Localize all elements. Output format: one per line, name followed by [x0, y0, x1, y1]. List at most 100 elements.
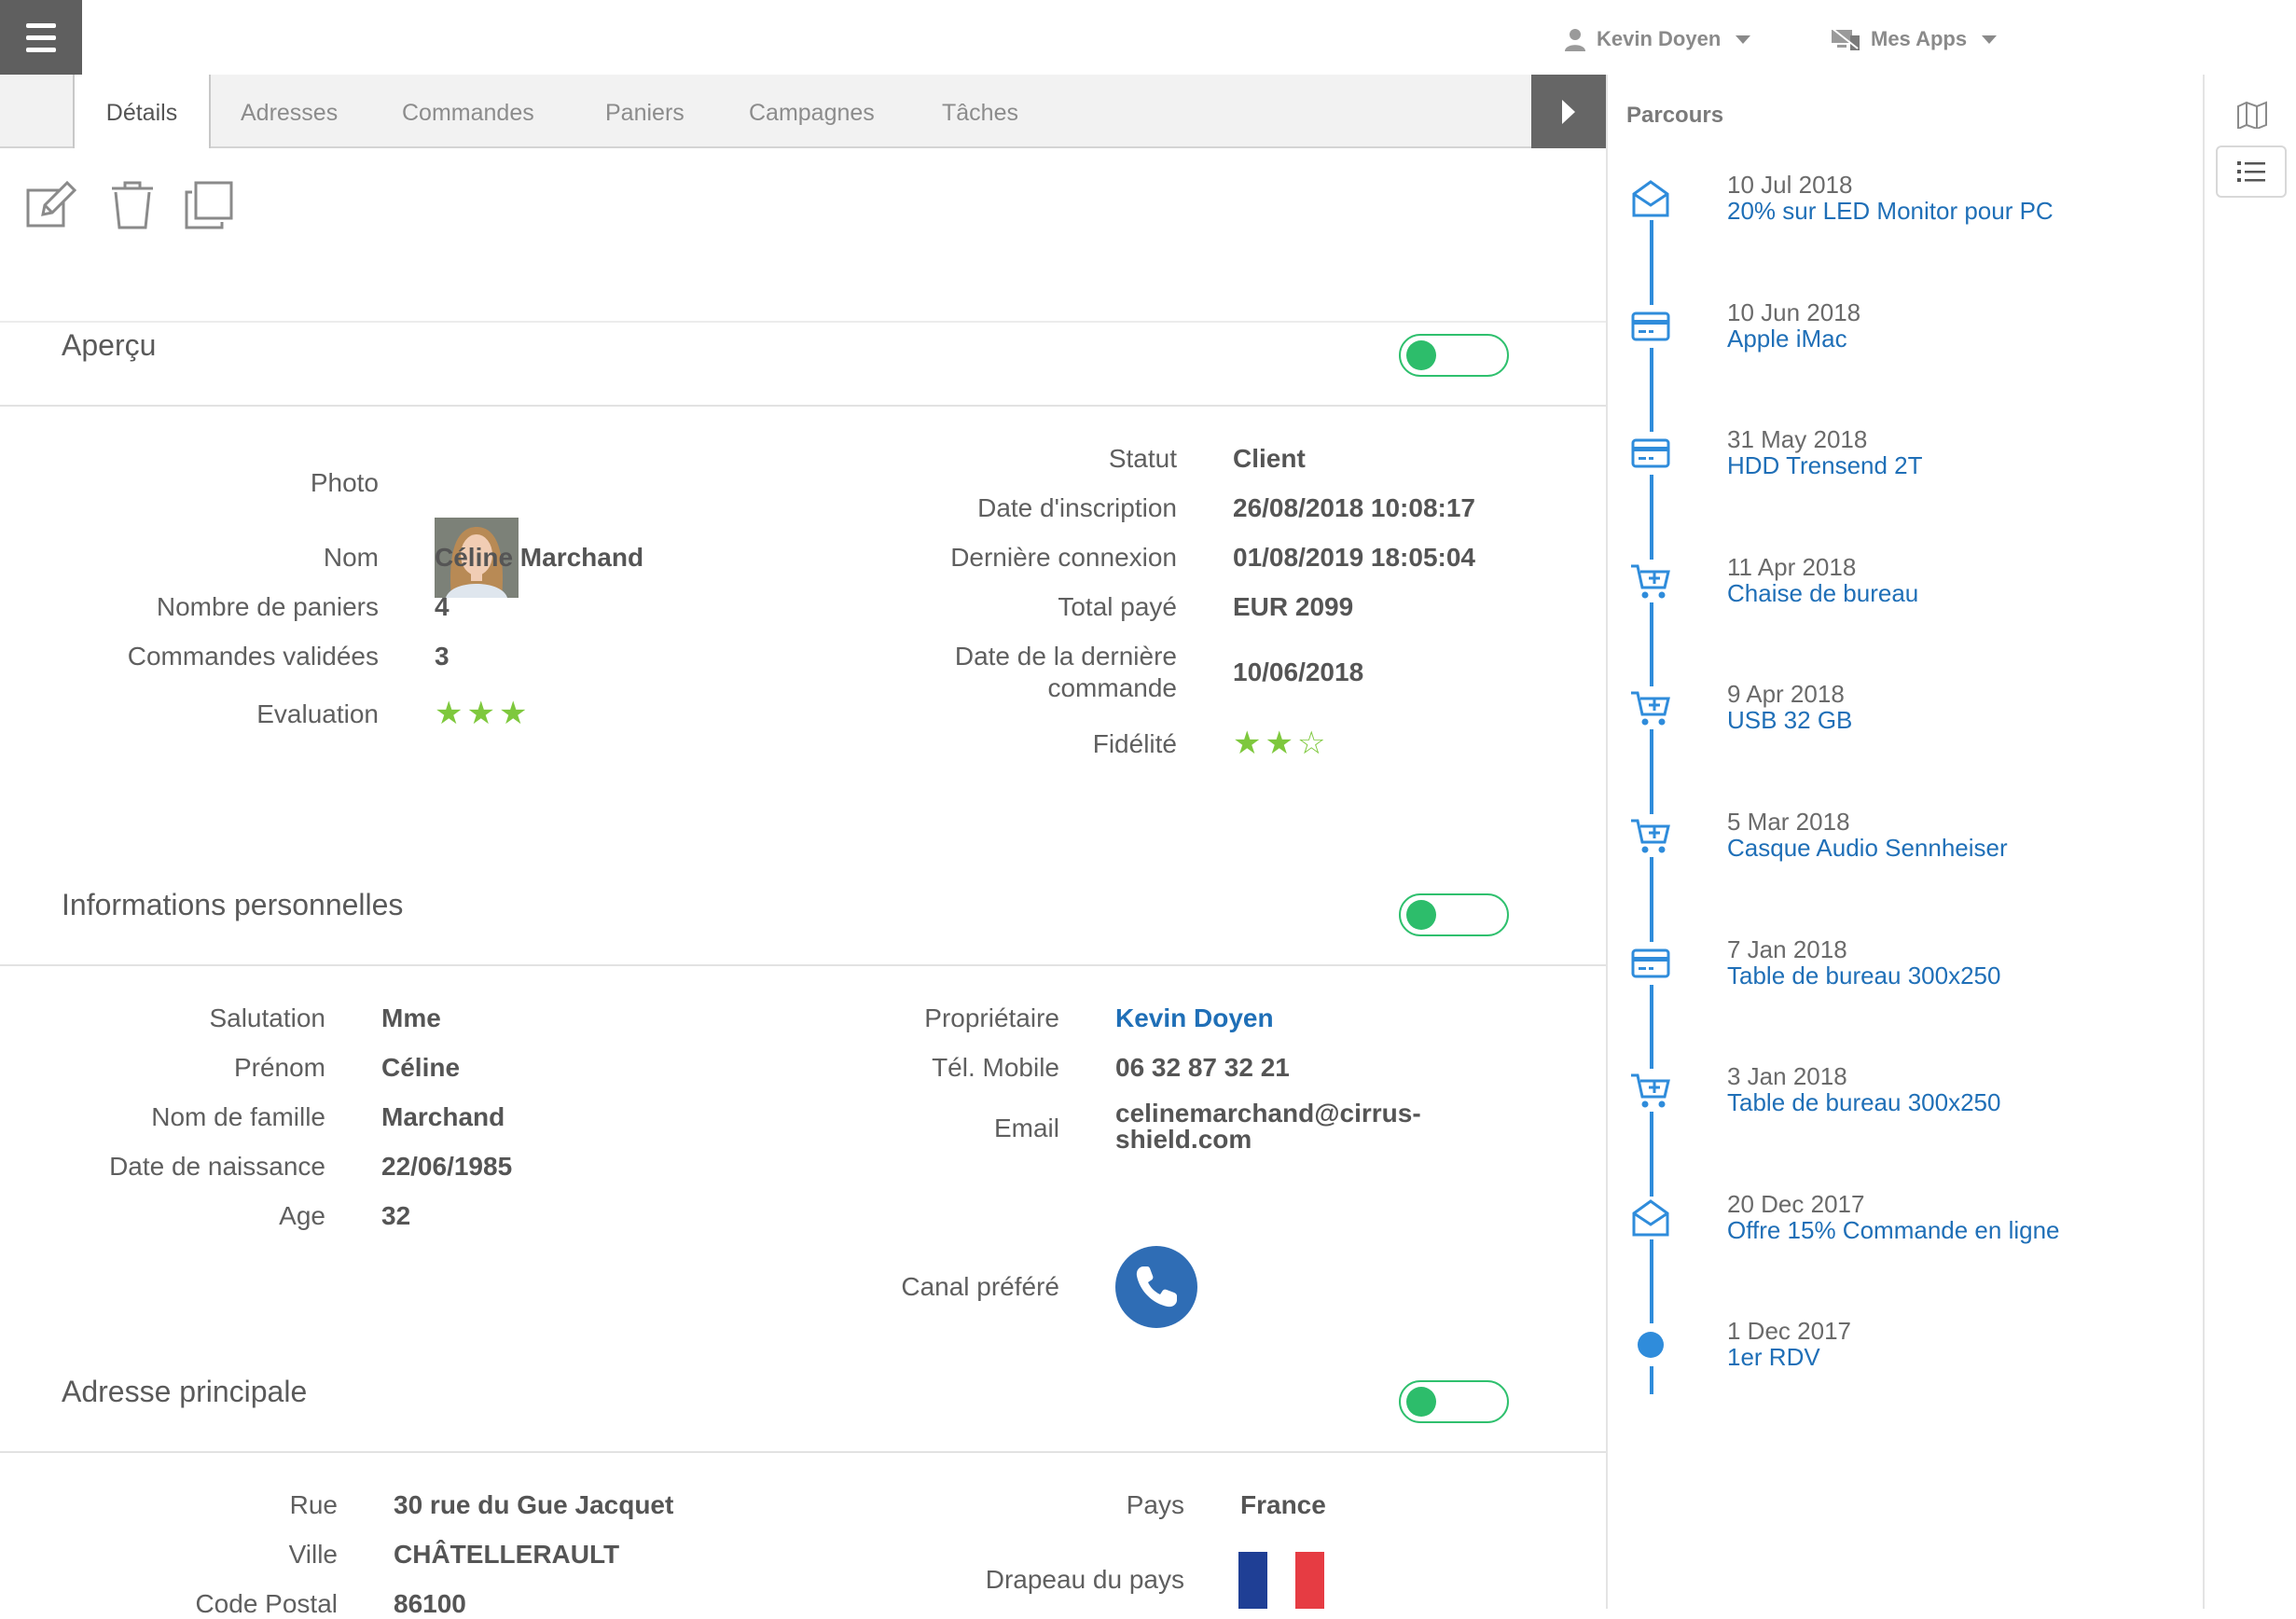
flag-stripe-blue [1238, 1552, 1267, 1609]
duplicate-icon[interactable] [183, 179, 235, 231]
tab-paniers[interactable]: Paniers [605, 75, 685, 146]
star-filled-icon: ★ [466, 696, 495, 731]
timeline-date: 3 Jan 2018 [1727, 1062, 1847, 1091]
inscription-label: Date d'inscription [977, 493, 1177, 522]
timeline-link[interactable]: USB 32 GB [1727, 706, 1852, 735]
timeline-link[interactable]: HDD Trensend 2T [1727, 451, 1923, 480]
parcours-title: Parcours [1626, 103, 1724, 128]
side-strip [2203, 75, 2296, 1609]
nom-value: Céline Marchand [435, 543, 644, 572]
list-view-button[interactable] [2216, 145, 2287, 198]
derniere-commande-label-line1: Date de la dernière [954, 642, 1177, 671]
section-divider [0, 405, 1606, 407]
timeline-link[interactable]: Table de bureau 300x250 [1727, 1088, 2000, 1117]
timeline-date: 20 Dec 2017 [1727, 1189, 1865, 1218]
list-icon [2237, 161, 2265, 182]
mobile-label: Tél. Mobile [932, 1053, 1059, 1082]
phone-icon [1136, 1266, 1177, 1308]
star-empty-icon: ☆ [1296, 726, 1326, 761]
cart-add-icon [1628, 559, 1673, 602]
connexion-value: 01/08/2019 18:05:04 [1233, 543, 1475, 572]
derniere-commande-value: 10/06/2018 [1233, 657, 1364, 686]
total-label: Total payé [1058, 592, 1177, 621]
timeline-date: 10 Jul 2018 [1727, 171, 1853, 199]
timeline-date: 31 May 2018 [1727, 425, 1868, 454]
tabs-next-button[interactable] [1531, 75, 1606, 148]
timeline-link[interactable]: Offre 15% Commande en ligne [1727, 1216, 2060, 1245]
timeline-item: 31 May 2018 HDD Trensend 2T [1608, 425, 2203, 502]
record-toolbar [0, 148, 1606, 323]
nom-famille-label: Nom de famille [151, 1102, 325, 1131]
paniers-label: Nombre de paniers [156, 592, 379, 621]
rue-value: 30 rue du Gue Jacquet [394, 1490, 674, 1519]
evaluation-label: Evaluation [256, 699, 379, 728]
inscription-value: 26/08/2018 10:08:17 [1233, 493, 1475, 522]
canal-label: Canal préféré [901, 1272, 1059, 1301]
nom-label: Nom [323, 543, 379, 572]
tab-details[interactable]: Détails [73, 75, 211, 148]
age-value: 32 [381, 1201, 411, 1230]
timeline-link[interactable]: Chaise de bureau [1727, 579, 1918, 608]
section-toggle-adresse[interactable] [1399, 1380, 1509, 1423]
apps-menu[interactable]: Mes Apps [1830, 22, 1998, 56]
connexion-label: Dernière connexion [950, 543, 1177, 572]
timeline-item: 10 Jun 2018 Apple iMac [1608, 298, 2203, 375]
toggle-knob [1406, 1387, 1436, 1417]
chevron-down-icon [1736, 35, 1751, 44]
timeline-date: 1 Dec 2017 [1727, 1317, 1851, 1346]
credit-card-icon [1628, 432, 1673, 476]
timeline-link[interactable]: Apple iMac [1727, 325, 1847, 353]
total-value: EUR 2099 [1233, 592, 1354, 621]
user-menu[interactable]: Kevin Doyen [1563, 22, 1751, 56]
timeline-item: 3 Jan 2018 Table de bureau 300x250 [1608, 1062, 2203, 1139]
menu-icon-bar [26, 22, 56, 28]
menu-icon-bar [26, 35, 56, 40]
paniers-value: 4 [435, 592, 450, 621]
commandes-label: Commandes validées [127, 642, 379, 671]
section-divider [0, 964, 1606, 966]
apps-label: Mes Apps [1871, 27, 1968, 50]
section-toggle-infos[interactable] [1399, 893, 1509, 936]
code-postal-value: 86100 [394, 1589, 466, 1618]
commandes-value: 3 [435, 642, 450, 671]
timeline-item: 20 Dec 2017 Offre 15% Commande en ligne [1608, 1190, 2203, 1266]
statut-label: Statut [1108, 444, 1177, 473]
section-title-apercu: Aperçu [62, 328, 157, 362]
edit-icon[interactable] [24, 179, 76, 231]
phone-button[interactable] [1115, 1246, 1197, 1328]
hamburger-menu-button[interactable] [0, 0, 82, 75]
code-postal-label: Code Postal [195, 1589, 338, 1618]
cart-add-icon [1628, 814, 1673, 857]
timeline-link[interactable]: 20% sur LED Monitor pour PC [1727, 197, 2054, 226]
star-filled-icon: ★ [1265, 726, 1293, 761]
fidelite-label: Fidélité [1092, 729, 1177, 758]
tab-adresses[interactable]: Adresses [241, 75, 338, 146]
derniere-commande-label-line2: commande [1047, 673, 1177, 702]
trash-icon[interactable] [106, 179, 159, 231]
tab-bar: Détails Adresses Commandes Paniers Campa… [0, 75, 1606, 148]
timeline-date: 5 Mar 2018 [1727, 808, 1850, 836]
section-toggle-apercu[interactable] [1399, 334, 1509, 377]
naissance-label: Date de naissance [109, 1152, 325, 1181]
tab-taches[interactable]: Tâches [942, 75, 1018, 146]
tab-spacer [0, 75, 75, 146]
prenom-label: Prénom [233, 1053, 325, 1082]
photo-label: Photo [310, 468, 379, 497]
timeline-item: 5 Mar 2018 Casque Audio Sennheiser [1608, 808, 2203, 884]
ville-label: Ville [288, 1540, 338, 1569]
tab-commandes[interactable]: Commandes [402, 75, 534, 146]
timeline-link[interactable]: Table de bureau 300x250 [1727, 962, 2000, 990]
credit-card-icon [1628, 304, 1673, 348]
timeline-link[interactable]: 1er RDV [1727, 1343, 1820, 1372]
nom-famille-value: Marchand [381, 1102, 505, 1131]
proprietaire-link[interactable]: Kevin Doyen [1115, 1003, 1274, 1033]
map-icon[interactable] [2236, 101, 2268, 129]
timeline-item: 7 Jan 2018 Table de bureau 300x250 [1608, 935, 2203, 1012]
timeline-link[interactable]: Casque Audio Sennheiser [1727, 834, 2008, 863]
record-detail-panel: Détails Adresses Commandes Paniers Campa… [0, 75, 1608, 1618]
proprietaire-label: Propriétaire [924, 1003, 1059, 1032]
chevron-right-icon [1562, 99, 1575, 124]
tab-campagnes[interactable]: Campagnes [749, 75, 875, 146]
pays-label: Pays [1126, 1490, 1184, 1519]
credit-card-icon [1628, 941, 1673, 985]
